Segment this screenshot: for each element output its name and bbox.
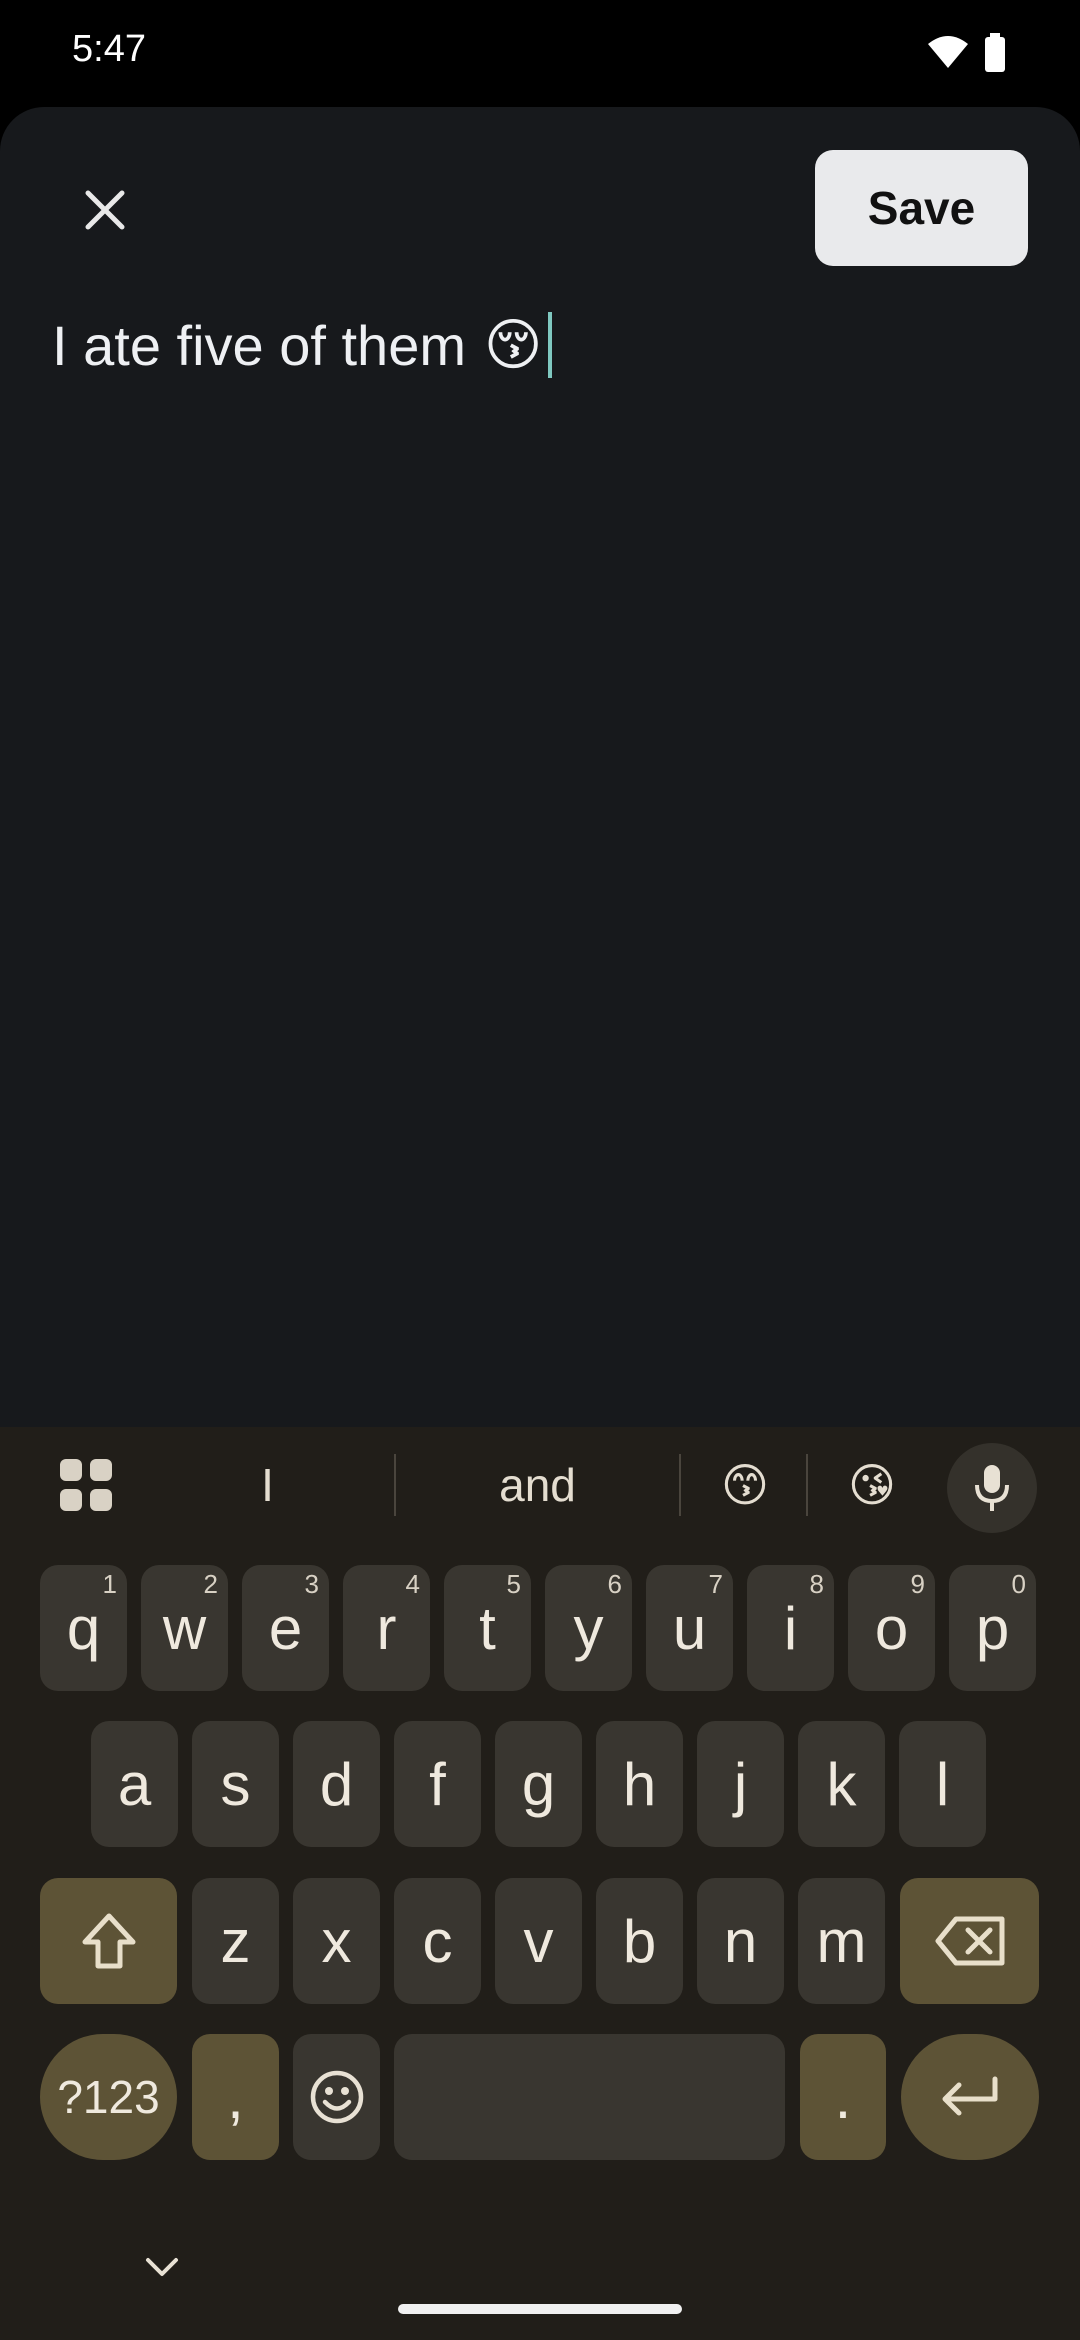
- key-e[interactable]: e3: [242, 1565, 329, 1691]
- key-label: t: [479, 1594, 496, 1662]
- key-u[interactable]: u7: [646, 1565, 733, 1691]
- key-j[interactable]: j: [697, 1721, 784, 1847]
- save-button[interactable]: Save: [815, 150, 1028, 266]
- kissing-face-emoji: 😚: [483, 313, 543, 376]
- comma-key[interactable]: ,: [192, 2034, 279, 2160]
- key-label: w: [162, 1594, 207, 1662]
- key-n[interactable]: n: [697, 1878, 784, 2004]
- close-button[interactable]: [70, 175, 140, 245]
- key-f[interactable]: f: [394, 1721, 481, 1847]
- enter-key[interactable]: [901, 2034, 1039, 2160]
- key-label: y: [573, 1594, 604, 1662]
- key-h[interactable]: h: [596, 1721, 683, 1847]
- wifi-icon: [928, 36, 968, 68]
- key-hint: 7: [708, 1569, 723, 1599]
- suggestion-strip: I and 😙 😘: [0, 1427, 1080, 1542]
- keyboard: I and 😙 😘 q1 w2 e3 r4 t5 y6 u7 i8 o9 p0 …: [0, 1427, 1080, 2340]
- key-hint: 2: [203, 1569, 218, 1599]
- key-hint: 4: [405, 1569, 420, 1599]
- key-b[interactable]: b: [596, 1878, 683, 2004]
- key-t[interactable]: t5: [444, 1565, 531, 1691]
- close-icon: [85, 190, 125, 230]
- key-hint: 1: [102, 1569, 117, 1599]
- apps-grid-icon[interactable]: [58, 1457, 114, 1513]
- key-x[interactable]: x: [293, 1878, 380, 2004]
- note-text: I ate five of them: [52, 313, 466, 377]
- shift-icon: [82, 1913, 135, 1969]
- key-y[interactable]: y6: [545, 1565, 632, 1691]
- key-hint: 9: [910, 1569, 925, 1599]
- symbols-key[interactable]: ?123: [40, 2034, 177, 2160]
- key-d[interactable]: d: [293, 1721, 380, 1847]
- smiley-icon: [310, 2070, 363, 2124]
- key-i[interactable]: i8: [747, 1565, 834, 1691]
- period-key[interactable]: .: [800, 2034, 886, 2160]
- key-g[interactable]: g: [495, 1721, 582, 1847]
- suggestion-2[interactable]: and: [400, 1427, 675, 1542]
- key-c[interactable]: c: [394, 1878, 481, 2004]
- key-s[interactable]: s: [192, 1721, 279, 1847]
- editor-sheet: Save I ate five of them 😚: [0, 107, 1080, 1427]
- battery-icon: [985, 33, 1005, 72]
- key-label: i: [783, 1594, 798, 1662]
- key-label: e: [268, 1594, 303, 1662]
- key-hint: 8: [809, 1569, 824, 1599]
- key-label: q: [66, 1594, 101, 1662]
- suggestion-1[interactable]: I: [170, 1427, 365, 1542]
- key-l[interactable]: l: [899, 1721, 986, 1847]
- enter-icon: [942, 2076, 998, 2116]
- suggestion-divider: [679, 1454, 681, 1516]
- key-v[interactable]: v: [495, 1878, 582, 2004]
- emoji-key[interactable]: [293, 2034, 380, 2160]
- text-caret: [548, 312, 553, 378]
- suggestion-divider: [394, 1454, 396, 1516]
- key-p[interactable]: p0: [949, 1565, 1036, 1691]
- key-label: o: [874, 1594, 909, 1662]
- suggestion-emoji-1[interactable]: 😙: [685, 1427, 805, 1542]
- space-bar[interactable]: [394, 2034, 785, 2160]
- key-hint: 6: [607, 1569, 622, 1599]
- key-w[interactable]: w2: [141, 1565, 228, 1691]
- key-o[interactable]: o9: [848, 1565, 935, 1691]
- microphone-icon: [975, 1465, 1009, 1511]
- home-indicator[interactable]: [398, 2304, 682, 2314]
- suggestion-divider: [806, 1454, 808, 1516]
- key-label: r: [376, 1594, 397, 1662]
- hide-keyboard-icon[interactable]: [140, 2252, 184, 2282]
- key-z[interactable]: z: [192, 1878, 279, 2004]
- key-label: p: [975, 1594, 1010, 1662]
- backspace-icon: [935, 1916, 1004, 1966]
- key-k[interactable]: k: [798, 1721, 885, 1847]
- key-hint: 5: [506, 1569, 521, 1599]
- key-q[interactable]: q1: [40, 1565, 127, 1691]
- status-time: 5:47: [72, 28, 146, 70]
- key-r[interactable]: r4: [343, 1565, 430, 1691]
- suggestion-emoji-2[interactable]: 😘: [812, 1427, 932, 1542]
- key-label: u: [672, 1594, 707, 1662]
- status-bar: 5:47: [0, 0, 1080, 107]
- key-m[interactable]: m: [798, 1878, 885, 2004]
- backspace-key[interactable]: [900, 1878, 1039, 2004]
- key-hint: 3: [304, 1569, 319, 1599]
- key-hint: 0: [1011, 1569, 1026, 1599]
- shift-key[interactable]: [40, 1878, 177, 2004]
- key-a[interactable]: a: [91, 1721, 178, 1847]
- note-text-input[interactable]: I ate five of them 😚: [52, 312, 553, 378]
- voice-input-button[interactable]: [947, 1443, 1037, 1533]
